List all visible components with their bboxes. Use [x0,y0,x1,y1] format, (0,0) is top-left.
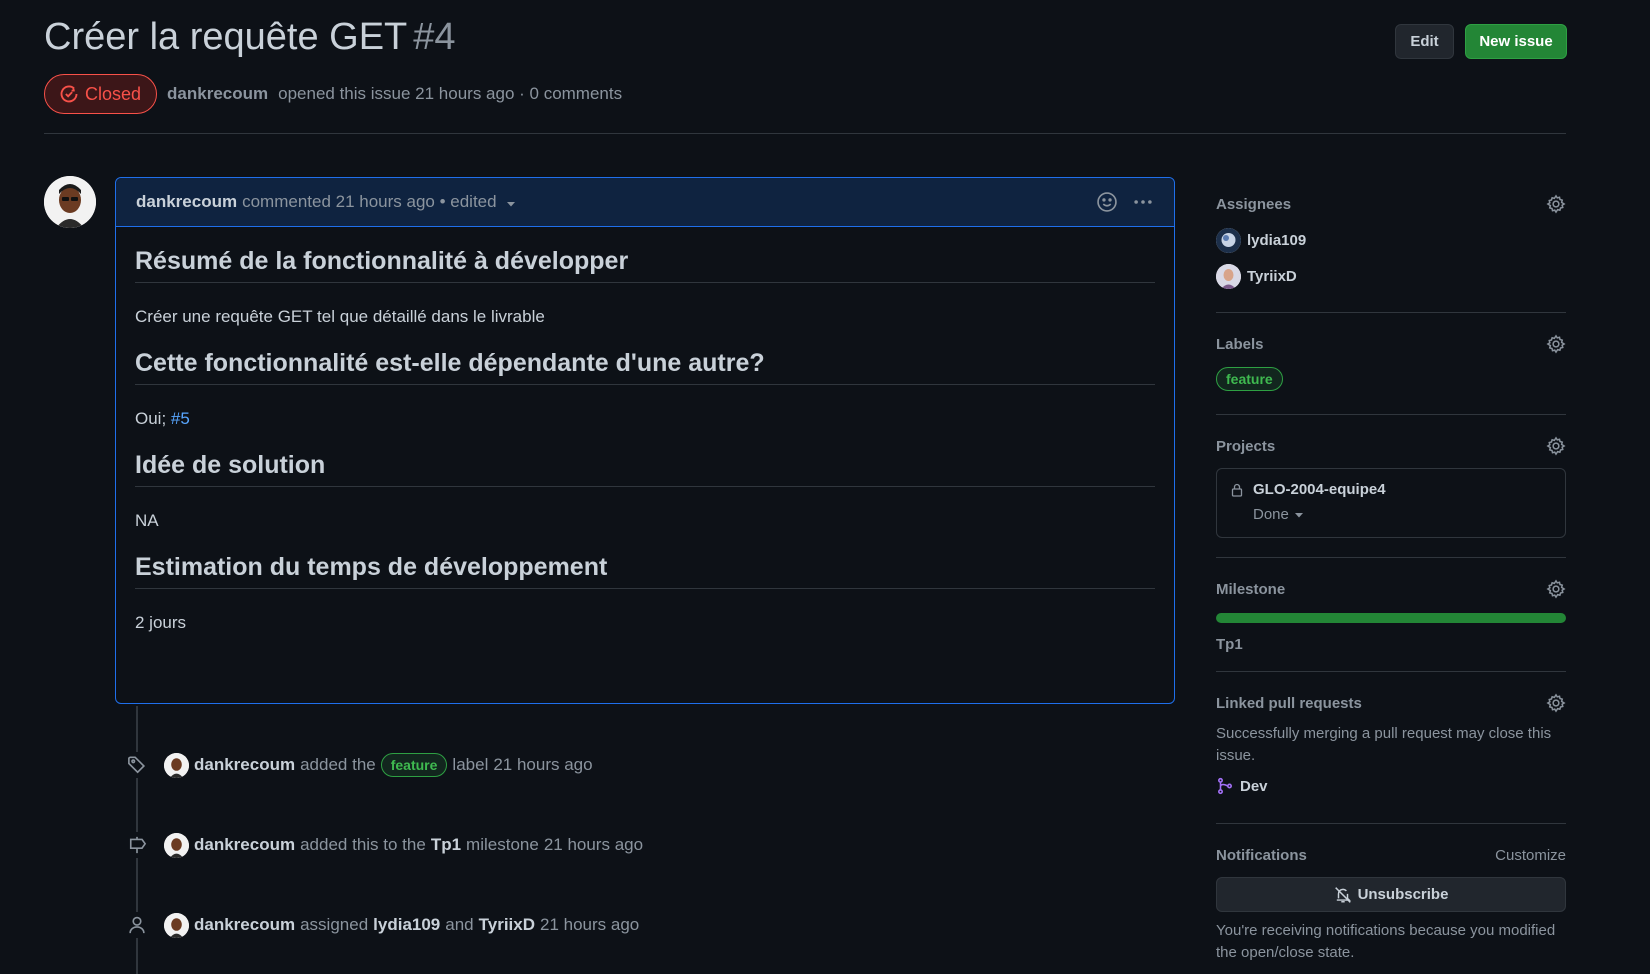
issue-closed-icon [60,85,78,103]
timeline-event-labeled: dankrecoum added the feature label 21 ho… [124,752,593,778]
avatar [1216,264,1241,289]
sidebar-heading: Notifications [1216,846,1307,864]
unsubscribe-button[interactable]: Unsubscribe [1216,877,1566,912]
gear-icon[interactable] [1546,334,1566,354]
edit-button[interactable]: Edit [1395,24,1454,59]
sidebar-heading: Milestone [1216,580,1286,598]
kebab-menu-icon[interactable] [1132,191,1154,213]
notifications-text: You're receiving notifications because y… [1216,922,1556,961]
sidebar-notifications: Notifications Customize Unsubscribe You'… [1216,824,1566,964]
new-issue-button[interactable]: New issue [1465,24,1567,59]
timeline-event-assigned: dankrecoum assigned lydia109 and TyriixD… [124,912,639,938]
chevron-down-icon [1294,512,1303,517]
assignee-link[interactable]: lydia109 [373,915,440,935]
avatar[interactable] [164,832,189,858]
comment-author-link[interactable]: dankrecoum [136,192,237,212]
customize-link[interactable]: Customize [1495,847,1566,864]
tag-icon [124,752,150,778]
milestone-link[interactable]: Tp1 [1216,636,1566,653]
comment-body: Résumé de la fonctionnalité à développer… [116,247,1174,633]
linked-prs-text: Successfully merging a pull request may … [1216,725,1552,764]
sidebar-projects: Projects GLO-2004-equipe4 Done [1216,415,1566,558]
chevron-down-icon[interactable] [505,198,517,210]
issue-number: #4 [413,16,456,58]
event-user-link[interactable]: dankrecoum [194,755,295,775]
sidebar-heading: Labels [1216,335,1264,353]
sidebar-assignees: Assignees lydia109 TyriixD [1216,190,1566,313]
issue-meta-text: opened this issue 21 hours ago · 0 comme… [278,84,623,103]
status-badge-label: Closed [85,83,142,104]
section-text-prefix: Oui; [135,409,171,428]
comment-meta[interactable]: commented 21 hours ago • edited [242,192,497,212]
branch-link[interactable]: Dev [1216,777,1566,795]
avatar[interactable] [164,752,189,778]
project-name: GLO-2004-equipe4 [1253,481,1386,498]
section-text: 2 jours [135,613,187,632]
sidebar-heading: Assignees [1216,195,1292,213]
timeline-event-milestoned: dankrecoum added this to the Tp1 milesto… [124,832,643,858]
gear-icon[interactable] [1546,579,1566,599]
avatar [1216,228,1241,253]
sidebar-labels: Labels feature [1216,313,1566,415]
gear-icon[interactable] [1546,436,1566,456]
lock-icon [1231,483,1243,497]
author-avatar[interactable] [44,176,96,228]
emoji-reaction-icon[interactable] [1096,191,1118,213]
person-icon [124,912,150,938]
event-text: added this to the [300,835,426,854]
section-text: Oui; #5 [135,409,1155,429]
gear-icon[interactable] [1546,194,1566,214]
header-divider [44,133,1566,134]
event-text: assigned [300,915,369,934]
assignee-name: TyriixD [1247,268,1297,285]
event-text: milestone [466,835,539,854]
branch-name: Dev [1240,777,1268,795]
sidebar-linked-prs: Linked pull requests Successfully mergin… [1216,672,1566,824]
event-time[interactable]: 21 hours ago [540,915,639,935]
status-badge: Closed [44,74,158,114]
issue-author-link[interactable]: dankrecoum [167,84,268,104]
milestone-link[interactable]: Tp1 [431,835,461,855]
avatar[interactable] [164,912,189,938]
gear-icon[interactable] [1546,693,1566,713]
issue-title-text: Créer la requête GET [44,16,408,58]
project-status-dropdown[interactable]: Done [1253,506,1553,523]
section-heading: Cette fonctionnalité est-elle dépendante… [135,349,1155,385]
bell-slash-icon [1334,886,1351,903]
label-feature[interactable]: feature [1216,367,1283,391]
issue-title: Créer la requête GET #4 [44,16,456,59]
assignee-item[interactable]: TyriixD [1216,263,1566,290]
event-text: label [452,755,489,774]
event-user-link[interactable]: dankrecoum [194,835,295,855]
sidebar-heading: Linked pull requests [1216,694,1362,712]
comment-header: dankrecoum commented 21 hours ago • edit… [116,178,1174,227]
assignee-name: lydia109 [1247,232,1307,249]
event-text: and [445,915,474,934]
section-heading: Estimation du temps de développement [135,553,1155,589]
assignee-link[interactable]: TyriixD [479,915,535,935]
event-time[interactable]: 21 hours ago [544,835,643,855]
milestone-icon [124,832,150,858]
section-text: NA [135,511,159,530]
branch-icon [1218,777,1232,795]
project-card[interactable]: GLO-2004-equipe4 Done [1216,468,1566,538]
section-heading: Idée de solution [135,451,1155,487]
event-time[interactable]: 21 hours ago [493,755,592,775]
label-feature[interactable]: feature [380,753,448,777]
project-status: Done [1253,506,1289,523]
event-text: added the [300,755,376,774]
milestone-progress-fill [1216,613,1566,623]
milestone-progress [1216,613,1566,623]
issue-comment: dankrecoum commented 21 hours ago • edit… [115,177,1175,704]
unsubscribe-label: Unsubscribe [1357,886,1449,903]
section-heading: Résumé de la fonctionnalité à développer [135,247,1155,283]
issue-meta: Closed dankrecoum opened this issue 21 h… [44,74,622,114]
issue-ref-link[interactable]: #5 [171,409,190,428]
issue-sidebar: Assignees lydia109 TyriixD Labels featur… [1216,190,1566,964]
event-user-link[interactable]: dankrecoum [194,915,295,935]
section-text: Créer une requête GET tel que détaillé d… [135,307,545,326]
sidebar-heading: Projects [1216,437,1276,455]
assignee-item[interactable]: lydia109 [1216,227,1566,254]
sidebar-milestone: Milestone Tp1 [1216,558,1566,672]
